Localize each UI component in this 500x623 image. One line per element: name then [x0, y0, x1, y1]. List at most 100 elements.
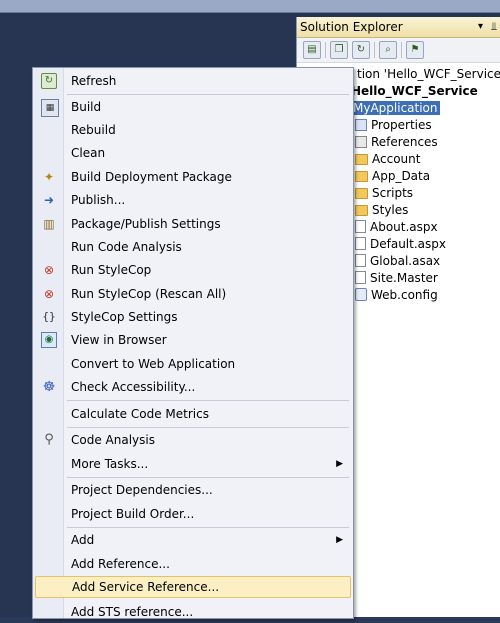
folder-icon	[355, 188, 368, 199]
menu-item-convert-to-web-application[interactable]: Convert to Web Application	[35, 353, 351, 375]
folder-icon	[355, 205, 368, 216]
menu-item-label: Build Deployment Package	[71, 170, 232, 184]
menu-item-build[interactable]: ▦ Build	[35, 96, 351, 118]
menu-item-label: Add Service Reference...	[72, 580, 220, 594]
copy-web-site-button[interactable]: ⚑	[406, 41, 424, 59]
stylecop-icon: ⊗	[43, 263, 55, 277]
asax-file-icon	[355, 254, 366, 267]
solution-explorer-toolbar: ▤ ❐ ↻ ⌕ ⚑	[297, 38, 500, 63]
menu-item-run-stylecop-rescan-all[interactable]: ⊗ Run StyleCop (Rescan All)	[35, 283, 351, 305]
config-file-icon	[355, 288, 367, 301]
menu-item-label: Code Analysis	[71, 433, 155, 447]
aspx-file-icon	[355, 220, 366, 233]
menu-separator	[67, 477, 349, 478]
menu-item-rebuild[interactable]: Rebuild	[35, 119, 351, 141]
menu-item-label: Add Reference...	[71, 557, 170, 571]
menu-item-add-sts-reference[interactable]: Add STS reference...	[35, 601, 351, 623]
tree-node-label: Properties	[371, 118, 432, 132]
menu-item-code-analysis[interactable]: ⚲ Code Analysis	[35, 429, 351, 451]
menu-item-run-code-analysis[interactable]: Run Code Analysis	[35, 236, 351, 258]
folder-icon	[355, 154, 368, 165]
menu-item-clean[interactable]: Clean	[35, 142, 351, 164]
tree-node-label: Styles	[372, 203, 409, 217]
solution-explorer-header: Solution Explorer ▾ ⫫	[297, 17, 500, 38]
show-all-files-button[interactable]: ❐	[330, 41, 348, 59]
stylecop-icon: ⊗	[43, 287, 55, 301]
menu-item-package-publish-settings[interactable]: ▥ Package/Publish Settings	[35, 213, 351, 235]
tree-node-label: Scripts	[372, 186, 414, 200]
toolbar-separator	[325, 42, 326, 58]
tree-node-label: tion 'Hello_WCF_Service' (2 p	[357, 67, 500, 81]
view-class-diagram-button[interactable]: ⌕	[379, 41, 397, 59]
tree-node-label: Global.asax	[370, 254, 441, 268]
tree-node-label: Default.aspx	[370, 237, 446, 251]
folder-icon	[355, 171, 368, 182]
menu-item-stylecop-settings[interactable]: {} StyleCop Settings	[35, 306, 351, 328]
auto-hide-pin-icon[interactable]: ⫫	[491, 17, 497, 37]
menu-item-label: Project Dependencies...	[71, 483, 213, 497]
tree-node-label: Account	[372, 152, 421, 166]
menu-separator	[67, 400, 349, 401]
window-position-icon[interactable]: ▾	[478, 17, 483, 37]
accessibility-icon: ☸	[42, 379, 56, 395]
menu-item-label: View in Browser	[71, 333, 167, 347]
menu-item-add-service-reference[interactable]: Add Service Reference...	[35, 576, 351, 598]
menu-item-run-stylecop[interactable]: ⊗ Run StyleCop	[35, 259, 351, 281]
references-icon	[355, 136, 367, 148]
toolbar-separator	[401, 42, 402, 58]
menu-item-label: Add STS reference...	[71, 605, 194, 619]
menu-item-label: Project Build Order...	[71, 507, 195, 521]
menu-item-label: Refresh	[71, 74, 117, 88]
project-context-menu: ↻ Refresh ▦ Build Rebuild Clean ✦ Build …	[32, 67, 354, 619]
tree-node-label: Hello_WCF_Service	[351, 84, 478, 98]
toolbar-separator	[374, 42, 375, 58]
menu-item-label: Clean	[71, 146, 106, 160]
menu-item-calculate-code-metrics[interactable]: Calculate Code Metrics	[35, 403, 351, 425]
menu-item-project-dependencies[interactable]: Project Dependencies...	[35, 479, 351, 501]
package-icon: ✦	[43, 170, 55, 184]
build-icon: ▦	[41, 99, 59, 117]
menu-item-refresh[interactable]: ↻ Refresh	[35, 70, 351, 92]
menu-separator	[67, 427, 349, 428]
menu-separator	[67, 527, 349, 528]
menu-item-label: Calculate Code Metrics	[71, 407, 209, 421]
menu-item-add[interactable]: Add ▶	[35, 529, 351, 551]
submenu-arrow-icon: ▶	[336, 535, 343, 545]
package-settings-icon: ▥	[43, 217, 55, 231]
menu-item-project-build-order[interactable]: Project Build Order...	[35, 503, 351, 525]
braces-icon: {}	[42, 310, 56, 323]
window-top-strip	[0, 0, 500, 13]
menu-item-label: Build	[71, 100, 102, 114]
menu-item-check-accessibility[interactable]: ☸ Check Accessibility...	[35, 376, 351, 398]
aspx-file-icon	[355, 237, 366, 250]
menu-item-label: Publish...	[71, 193, 126, 207]
menu-item-label: Add	[71, 533, 95, 547]
refresh-button[interactable]: ↻	[352, 41, 370, 59]
tree-node-label: Web.config	[371, 288, 438, 302]
menu-item-label: Run StyleCop (Rescan All)	[71, 287, 227, 301]
publish-icon: ➜	[43, 193, 55, 207]
menu-item-label: Check Accessibility...	[71, 380, 196, 394]
tree-node-label: Site.Master	[370, 271, 438, 285]
solution-explorer-title: Solution Explorer	[300, 20, 403, 34]
menu-item-build-deployment-package[interactable]: ✦ Build Deployment Package	[35, 166, 351, 188]
refresh-icon: ↻	[41, 73, 57, 89]
browser-icon: ◉	[41, 332, 57, 348]
menu-item-label: StyleCop Settings	[71, 310, 178, 324]
menu-item-view-in-browser[interactable]: ◉ View in Browser	[35, 329, 351, 351]
properties-icon	[355, 119, 367, 131]
tree-node-label: References	[371, 135, 438, 149]
menu-item-add-reference[interactable]: Add Reference...	[35, 553, 351, 575]
menu-item-label: Run StyleCop	[71, 263, 152, 277]
properties-button[interactable]: ▤	[303, 41, 321, 59]
menu-item-label: Run Code Analysis	[71, 240, 182, 254]
code-analysis-icon: ⚲	[44, 432, 54, 447]
menu-separator	[67, 94, 349, 95]
submenu-arrow-icon: ▶	[336, 459, 343, 469]
tree-node-label: About.aspx	[370, 220, 438, 234]
menu-item-label: Convert to Web Application	[71, 357, 236, 371]
master-file-icon	[355, 271, 366, 284]
menu-item-label: Rebuild	[71, 123, 116, 137]
menu-item-publish[interactable]: ➜ Publish...	[35, 189, 351, 211]
menu-item-more-tasks[interactable]: More Tasks... ▶	[35, 453, 351, 475]
